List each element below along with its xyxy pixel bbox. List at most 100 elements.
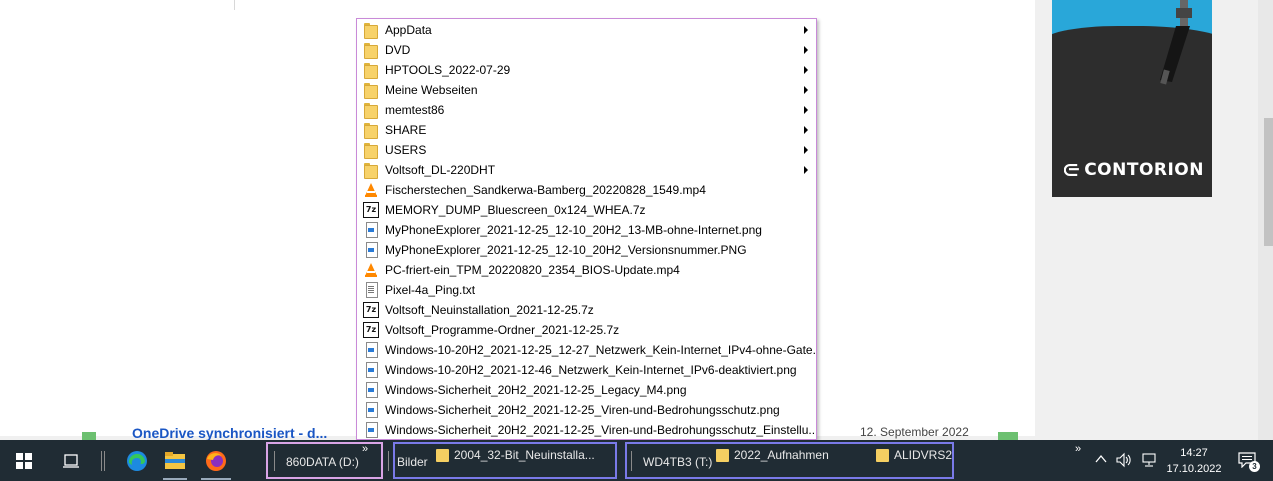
menu-item-label: AppData bbox=[385, 23, 432, 37]
menu-item-file[interactable]: 7z MEMORY_DUMP_Bluescreen_0x124_WHEA.7z bbox=[357, 200, 816, 220]
scrollbar-thumb[interactable] bbox=[1264, 118, 1273, 246]
folder-icon bbox=[363, 42, 379, 59]
toolbar-grip bbox=[388, 451, 389, 471]
png-file-icon bbox=[363, 342, 379, 358]
folder-icon bbox=[363, 102, 379, 119]
start-button[interactable] bbox=[16, 453, 32, 469]
text-file-icon bbox=[363, 282, 379, 298]
menu-item-folder[interactable]: Voltsoft_DL-220DHT bbox=[357, 160, 816, 180]
ad-logo: CONTORION bbox=[1064, 160, 1204, 180]
menu-item-folder[interactable]: Meine Webseiten bbox=[357, 80, 816, 100]
menu-item-folder[interactable]: SHARE bbox=[357, 120, 816, 140]
menu-item-label: Voltsoft_Neuinstallation_2021-12-25.7z bbox=[385, 303, 594, 317]
menu-item-label: SHARE bbox=[385, 123, 427, 137]
background-date: 12. September 2022 bbox=[860, 425, 969, 439]
menu-item-label: Pixel-4a_Ping.txt bbox=[385, 283, 476, 297]
menu-item-file[interactable]: Windows-Sicherheit_20H2_2021-12-25_Legac… bbox=[357, 380, 816, 400]
submenu-arrow-icon bbox=[804, 86, 808, 94]
menu-item-folder[interactable]: HPTOOLS_2022-07-29 bbox=[357, 60, 816, 80]
menu-item-file[interactable]: PC-friert-ein_TPM_20220820_2354_BIOS-Upd… bbox=[357, 260, 816, 280]
menu-item-label: Windows-Sicherheit_20H2_2021-12-25_Legac… bbox=[385, 383, 687, 397]
menu-item-label: MEMORY_DUMP_Bluescreen_0x124_WHEA.7z bbox=[385, 203, 646, 217]
menu-item-file[interactable]: Windows-10-20H2_2021-12-46_Netzwerk_Kein… bbox=[357, 360, 816, 380]
menu-item-folder[interactable]: memtest86 bbox=[357, 100, 816, 120]
folder-icon bbox=[363, 82, 379, 99]
submenu-arrow-icon bbox=[804, 126, 808, 134]
7z-archive-icon: 7z bbox=[363, 302, 379, 318]
menu-item-label: memtest86 bbox=[385, 103, 445, 117]
menu-item-folder[interactable]: USERS bbox=[357, 140, 816, 160]
system-clock[interactable]: 14:27 17.10.2022 bbox=[1164, 445, 1224, 477]
taskbar-separator bbox=[104, 451, 105, 471]
folder-icon bbox=[363, 122, 379, 139]
menu-item-label: Fischerstechen_Sandkerwa-Bamberg_2022082… bbox=[385, 183, 706, 197]
menu-item-file[interactable]: 7z Voltsoft_Programme-Ordner_2021-12-25.7… bbox=[357, 320, 816, 340]
menu-item-label: MyPhoneExplorer_2021-12-25_12-10_20H2_13… bbox=[385, 223, 762, 237]
notification-count-badge: 3 bbox=[1249, 461, 1260, 472]
menu-item-file[interactable]: Windows-10-20H2_2021-12-25_12-27_Netzwer… bbox=[357, 340, 816, 360]
submenu-arrow-icon bbox=[804, 66, 808, 74]
edge-icon[interactable] bbox=[125, 449, 149, 473]
toolbar-highlight bbox=[393, 442, 617, 479]
vlc-icon bbox=[365, 183, 377, 197]
submenu-arrow-icon bbox=[804, 146, 808, 154]
menu-item-label: Windows-Sicherheit_20H2_2021-12-25_Viren… bbox=[385, 403, 780, 417]
menu-item-file[interactable]: Fischerstechen_Sandkerwa-Bamberg_2022082… bbox=[357, 180, 816, 200]
menu-item-file[interactable]: 7z Voltsoft_Neuinstallation_2021-12-25.7z bbox=[357, 300, 816, 320]
running-indicator bbox=[163, 478, 187, 480]
png-file-icon bbox=[363, 222, 379, 238]
menu-item-file[interactable]: MyPhoneExplorer_2021-12-25_12-10_20H2_Ve… bbox=[357, 240, 816, 260]
toolbar-highlight bbox=[266, 442, 383, 479]
folder-contents-menu: AppData DVD HPTOOLS_2022-07-29 Meine Websei… bbox=[356, 18, 817, 440]
menu-item-label: Voltsoft_Programme-Ordner_2021-12-25.7z bbox=[385, 323, 620, 337]
png-file-icon bbox=[363, 362, 379, 378]
running-indicator bbox=[201, 478, 231, 480]
png-file-icon bbox=[363, 242, 379, 258]
background-badge bbox=[82, 432, 96, 440]
submenu-arrow-icon bbox=[804, 26, 808, 34]
firefox-icon[interactable] bbox=[204, 449, 228, 473]
menu-item-label: Meine Webseiten bbox=[385, 83, 478, 97]
tray-overflow-chevron[interactable]: » bbox=[1075, 443, 1081, 455]
png-file-icon bbox=[363, 402, 379, 418]
folder-icon bbox=[363, 62, 379, 79]
7z-archive-icon: 7z bbox=[363, 202, 379, 218]
png-file-icon bbox=[363, 382, 379, 398]
menu-item-label: Windows-10-20H2_2021-12-46_Netzwerk_Kein… bbox=[385, 363, 797, 377]
volume-icon[interactable] bbox=[1116, 452, 1132, 468]
network-icon[interactable] bbox=[1140, 452, 1158, 468]
folder-icon bbox=[363, 22, 379, 39]
menu-item-file[interactable]: Windows-Sicherheit_20H2_2021-12-25_Viren… bbox=[357, 400, 816, 420]
menu-item-folder[interactable]: DVD bbox=[357, 40, 816, 60]
show-hidden-icons-icon[interactable] bbox=[1095, 454, 1107, 464]
divider bbox=[234, 0, 235, 10]
submenu-arrow-icon bbox=[804, 106, 808, 114]
menu-item-label: USERS bbox=[385, 143, 427, 157]
submenu-arrow-icon bbox=[804, 46, 808, 54]
menu-item-label: HPTOOLS_2022-07-29 bbox=[385, 63, 511, 77]
background-heading: OneDrive synchronisiert - d... bbox=[132, 425, 328, 441]
clock-time: 14:27 bbox=[1180, 447, 1208, 459]
menu-item-file[interactable]: Pixel-4a_Ping.txt bbox=[357, 280, 816, 300]
menu-item-file[interactable]: MyPhoneExplorer_2021-12-25_12-10_20H2_13… bbox=[357, 220, 816, 240]
7z-archive-icon: 7z bbox=[363, 322, 379, 338]
menu-item-file[interactable]: Windows-Sicherheit_20H2_2021-12-25_Viren… bbox=[357, 420, 817, 439]
background-badge bbox=[998, 432, 1018, 440]
file-explorer-icon[interactable] bbox=[163, 449, 187, 473]
task-view-icon[interactable] bbox=[62, 453, 80, 469]
submenu-arrow-icon bbox=[804, 166, 808, 174]
menu-item-label: DVD bbox=[385, 43, 411, 57]
folder-icon bbox=[363, 162, 379, 179]
advertisement-banner[interactable]: CONTORION bbox=[1052, 0, 1212, 197]
menu-item-label: Windows-10-20H2_2021-12-25_12-27_Netzwer… bbox=[385, 343, 817, 357]
taskbar-separator bbox=[101, 451, 102, 471]
menu-item-label: Voltsoft_DL-220DHT bbox=[385, 163, 496, 177]
menu-item-label: PC-friert-ein_TPM_20220820_2354_BIOS-Upd… bbox=[385, 263, 680, 277]
menu-item-label: Windows-Sicherheit_20H2_2021-12-25_Viren… bbox=[385, 423, 817, 437]
menu-item-label: MyPhoneExplorer_2021-12-25_12-10_20H2_Ve… bbox=[385, 243, 747, 257]
menu-item-folder[interactable]: AppData bbox=[357, 20, 816, 40]
toolbar-highlight bbox=[625, 442, 954, 479]
png-file-icon bbox=[363, 422, 379, 438]
ad-brand-text: CONTORION bbox=[1084, 160, 1204, 180]
vlc-icon bbox=[365, 263, 377, 277]
